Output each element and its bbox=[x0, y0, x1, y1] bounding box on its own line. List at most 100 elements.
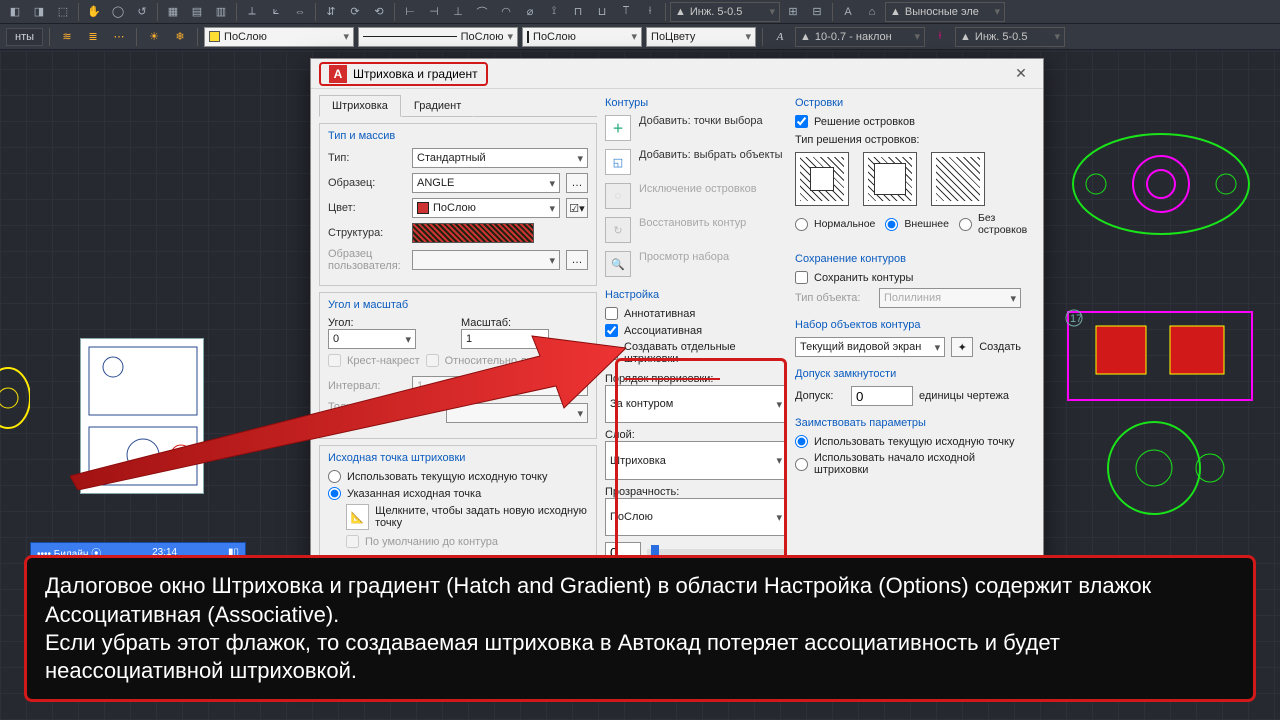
tool-icon[interactable]: ⊟ bbox=[806, 2, 828, 22]
cad-drawing bbox=[0, 358, 30, 488]
island-outer-preview[interactable] bbox=[863, 152, 917, 206]
associative-checkbox[interactable] bbox=[605, 324, 618, 337]
tool-icon[interactable]: ▤ bbox=[186, 2, 208, 22]
annotation-underline bbox=[624, 378, 720, 380]
add-select-objects-button[interactable]: ◱ bbox=[605, 149, 631, 175]
dim-icon[interactable]: ⟙ bbox=[615, 2, 637, 22]
dim-icon[interactable]: ⟟ bbox=[543, 2, 565, 22]
tool-icon[interactable]: ↺ bbox=[131, 2, 153, 22]
island-normal-preview[interactable] bbox=[795, 152, 849, 206]
tool-icon[interactable]: ◧ bbox=[4, 2, 26, 22]
layer-icon[interactable]: ☀ bbox=[143, 27, 165, 47]
dim-icon[interactable]: ⊥ bbox=[447, 2, 469, 22]
close-button[interactable]: ✕ bbox=[1007, 63, 1035, 85]
layer-icon[interactable]: ≣ bbox=[82, 27, 104, 47]
swatch-preview[interactable] bbox=[412, 223, 534, 243]
origin-current-radio[interactable] bbox=[328, 470, 341, 483]
custom-browse-button: … bbox=[566, 250, 588, 270]
annotation-caption: Далоговое окно Штриховка и градиент (Hat… bbox=[24, 555, 1256, 702]
dimstyle2-combo[interactable]: ▲ Инж. 5-0.5▾ bbox=[955, 27, 1065, 47]
pick-origin-button[interactable]: 📐 bbox=[346, 504, 369, 530]
bg-color-button[interactable]: ☑▾ bbox=[566, 198, 588, 218]
mleader-combo[interactable]: ▲ Выносные эле▾ bbox=[885, 2, 1005, 22]
dim-icon[interactable]: ◠ bbox=[495, 2, 517, 22]
tool-icon[interactable]: ⟳ bbox=[344, 2, 366, 22]
tool-icon[interactable]: ⬚ bbox=[52, 2, 74, 22]
ribbon-tab[interactable]: нты bbox=[6, 28, 43, 46]
add-pick-points-button[interactable]: ＋ bbox=[605, 115, 631, 141]
pattern-browse-button[interactable]: … bbox=[566, 173, 588, 193]
ribbon-row-2: нты ≋ ≣ ⋯ ☀ ❄ ПоСлою▾ ПоСлою▾ ПоСлою▾ По… bbox=[0, 24, 1280, 50]
drawing-thumbnail bbox=[80, 338, 204, 494]
combo-value: ПоЦвету bbox=[651, 31, 695, 43]
annotative-checkbox[interactable] bbox=[605, 307, 618, 320]
tab-gradient[interactable]: Градиент bbox=[401, 95, 474, 117]
angle-select[interactable]: 0▾ bbox=[328, 329, 416, 349]
island-ignore-preview[interactable] bbox=[931, 152, 985, 206]
new-boundary-set-button[interactable]: ✦ bbox=[951, 337, 973, 357]
dim-icon[interactable]: ⊢ bbox=[399, 2, 421, 22]
top-toolbar: ◧ ◨ ⬚ ✋ ◯ ↺ ▦ ▤ ▥ ⟂ ⟀ ⇔ ⇵ ⟳ ⟲ ⊢ ⊣ ⊥ ⌒ ◠ … bbox=[0, 0, 1280, 24]
island-detection-checkbox[interactable] bbox=[795, 115, 808, 128]
tool-icon[interactable]: A bbox=[837, 2, 859, 22]
origin-group: Исходная точка штриховки Использовать те… bbox=[319, 445, 597, 561]
tool-icon[interactable]: ◯ bbox=[107, 2, 129, 22]
origin-spec-radio[interactable] bbox=[328, 487, 341, 500]
island-normal-radio[interactable] bbox=[795, 218, 808, 231]
tool-icon[interactable]: ▦ bbox=[162, 2, 184, 22]
tool-icon[interactable]: ◨ bbox=[28, 2, 50, 22]
gap-tolerance-input[interactable] bbox=[851, 386, 913, 406]
pan-icon[interactable]: ✋ bbox=[83, 2, 105, 22]
pattern-select[interactable]: ANGLE▾ bbox=[412, 173, 560, 193]
textstyle-icon[interactable]: A bbox=[769, 27, 791, 47]
tool-icon[interactable]: ⟲ bbox=[368, 2, 390, 22]
cad-drawing: 17 bbox=[1060, 308, 1260, 528]
tool-icon[interactable]: ⟂ bbox=[241, 2, 263, 22]
boundaries-title: Контуры bbox=[605, 97, 787, 109]
scale-select[interactable]: 1▾ bbox=[461, 329, 549, 349]
recreate-boundary-button: ↻ bbox=[605, 217, 631, 243]
dim-icon[interactable]: ⌀ bbox=[519, 2, 541, 22]
layer-icon[interactable]: ❄ bbox=[169, 27, 191, 47]
plotstyle-combo[interactable]: ПоЦвету▾ bbox=[646, 27, 756, 47]
color-combo[interactable]: ПоСлою▾ bbox=[204, 27, 354, 47]
tool-icon[interactable]: ⟀ bbox=[265, 2, 287, 22]
dim-icon[interactable]: ⟊ bbox=[639, 2, 661, 22]
layer-select[interactable]: Штриховка▾ bbox=[605, 441, 787, 479]
dim-icon[interactable]: ⊔ bbox=[591, 2, 613, 22]
dim-icon[interactable]: ⊓ bbox=[567, 2, 589, 22]
lineweight-combo[interactable]: ПоСлою▾ bbox=[522, 27, 642, 47]
retain-boundaries-checkbox[interactable] bbox=[795, 271, 808, 284]
transparency-select[interactable]: ПоСлою▾ bbox=[605, 498, 787, 536]
layer-icon[interactable]: ≋ bbox=[56, 27, 78, 47]
island-style-group bbox=[795, 152, 1021, 206]
tool-icon[interactable]: ⇵ bbox=[320, 2, 342, 22]
tool-icon[interactable]: ⊞ bbox=[782, 2, 804, 22]
color-select[interactable]: ПоСлою▾ bbox=[412, 198, 560, 218]
dim-icon[interactable]: ⊣ bbox=[423, 2, 445, 22]
layer-icon[interactable]: ⋯ bbox=[108, 27, 130, 47]
boundary-set-select[interactable]: Текущий видовой экран▾ bbox=[795, 337, 945, 357]
combo-value: Выносные эле bbox=[905, 6, 979, 18]
draw-order-select[interactable]: За контуром▾ bbox=[605, 385, 787, 423]
island-ignore-radio[interactable] bbox=[959, 218, 972, 231]
dim-icon[interactable]: ⌒ bbox=[471, 2, 493, 22]
textstyle-combo[interactable]: ▲ 10-0.7 - наклон▾ bbox=[795, 27, 925, 47]
linetype-combo[interactable]: ПоСлою▾ bbox=[358, 27, 518, 47]
island-outer-radio[interactable] bbox=[885, 218, 898, 231]
tab-hatch[interactable]: Штриховка bbox=[319, 95, 401, 117]
object-type-select: Полилиния▾ bbox=[879, 288, 1021, 308]
cad-drawing bbox=[1066, 124, 1256, 244]
inherit-source-radio[interactable] bbox=[795, 458, 808, 471]
iso-select: ▾ bbox=[446, 403, 588, 423]
separate-hatches-checkbox[interactable] bbox=[605, 347, 618, 360]
tool-icon[interactable]: ▥ bbox=[210, 2, 232, 22]
dimstyle-icon[interactable]: ⟊ bbox=[929, 27, 951, 47]
tool-icon[interactable]: ⌂ bbox=[861, 2, 883, 22]
angle-scale-group: Угол и масштаб Угол: 0▾ Масштаб: 1▾ Крес… bbox=[319, 292, 597, 439]
inherit-current-radio[interactable] bbox=[795, 435, 808, 448]
dimstyle-combo[interactable]: ▲ Инж. 5-0.5▾ bbox=[670, 2, 780, 22]
type-select[interactable]: Стандартный▾ bbox=[412, 148, 588, 168]
tool-icon[interactable]: ⇔ bbox=[289, 2, 311, 22]
dialog-titlebar: A Штриховка и градиент ✕ bbox=[311, 59, 1043, 89]
